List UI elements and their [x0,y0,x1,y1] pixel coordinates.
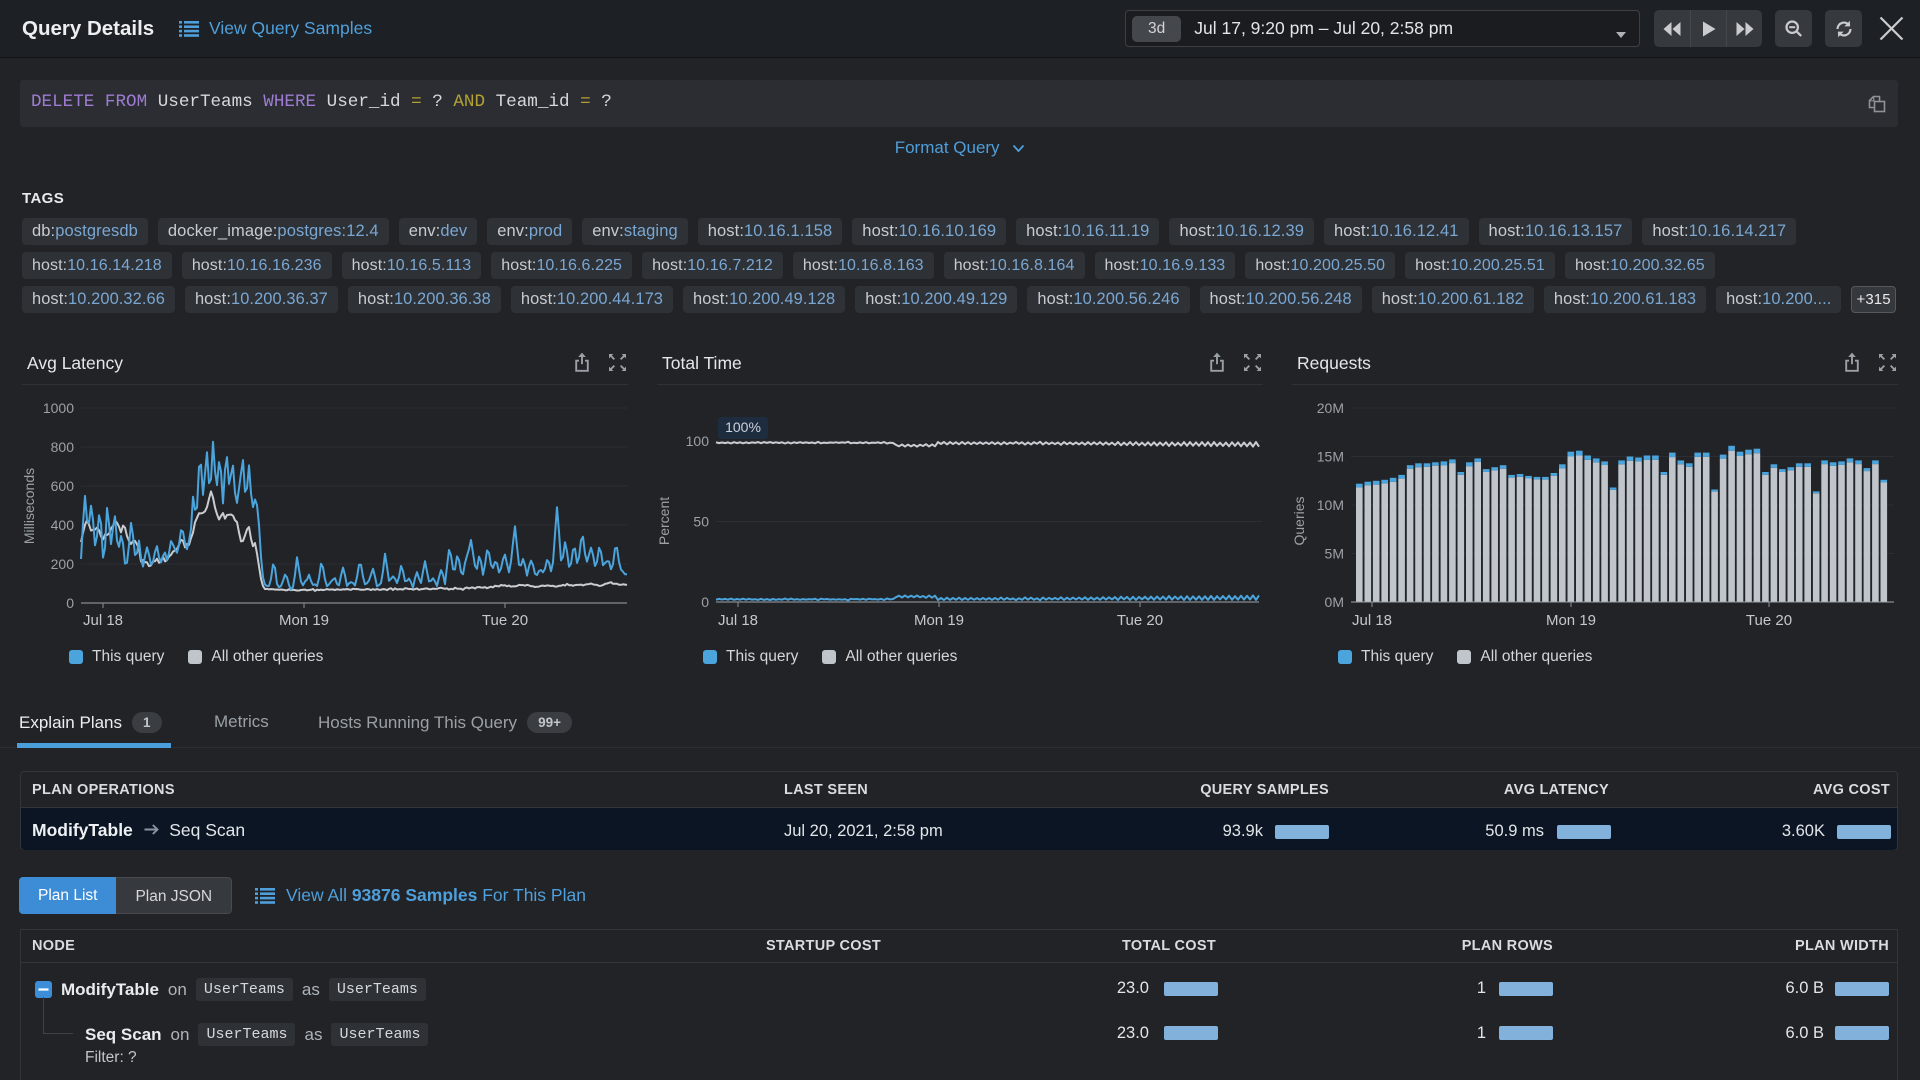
svg-text:Mon 19: Mon 19 [914,612,964,629]
svg-text:Mon 19: Mon 19 [1546,612,1596,629]
svg-text:Jul 18: Jul 18 [83,612,123,629]
svg-text:0M: 0M [1325,594,1344,610]
svg-text:Jul 18: Jul 18 [718,612,758,629]
svg-text:Tue 20: Tue 20 [482,612,528,629]
svg-text:0: 0 [701,594,709,610]
svg-text:Percent: Percent [656,497,672,545]
svg-text:15M: 15M [1317,449,1344,465]
svg-text:100%: 100% [725,419,761,435]
svg-text:Tue 20: Tue 20 [1746,612,1792,629]
svg-text:Milliseconds: Milliseconds [21,468,37,544]
svg-text:Queries: Queries [1291,496,1307,545]
svg-text:600: 600 [51,478,75,494]
svg-text:200: 200 [51,556,75,572]
svg-text:5M: 5M [1325,546,1344,562]
svg-text:Mon 19: Mon 19 [279,612,329,629]
svg-text:1000: 1000 [43,400,74,416]
svg-text:800: 800 [51,439,75,455]
svg-text:10M: 10M [1317,497,1344,513]
svg-text:400: 400 [51,517,75,533]
svg-text:0: 0 [66,595,74,611]
svg-text:100: 100 [686,433,710,449]
svg-text:Tue 20: Tue 20 [1117,612,1163,629]
svg-text:Jul 18: Jul 18 [1352,612,1392,629]
svg-text:50: 50 [693,514,709,530]
svg-text:20M: 20M [1317,400,1344,416]
